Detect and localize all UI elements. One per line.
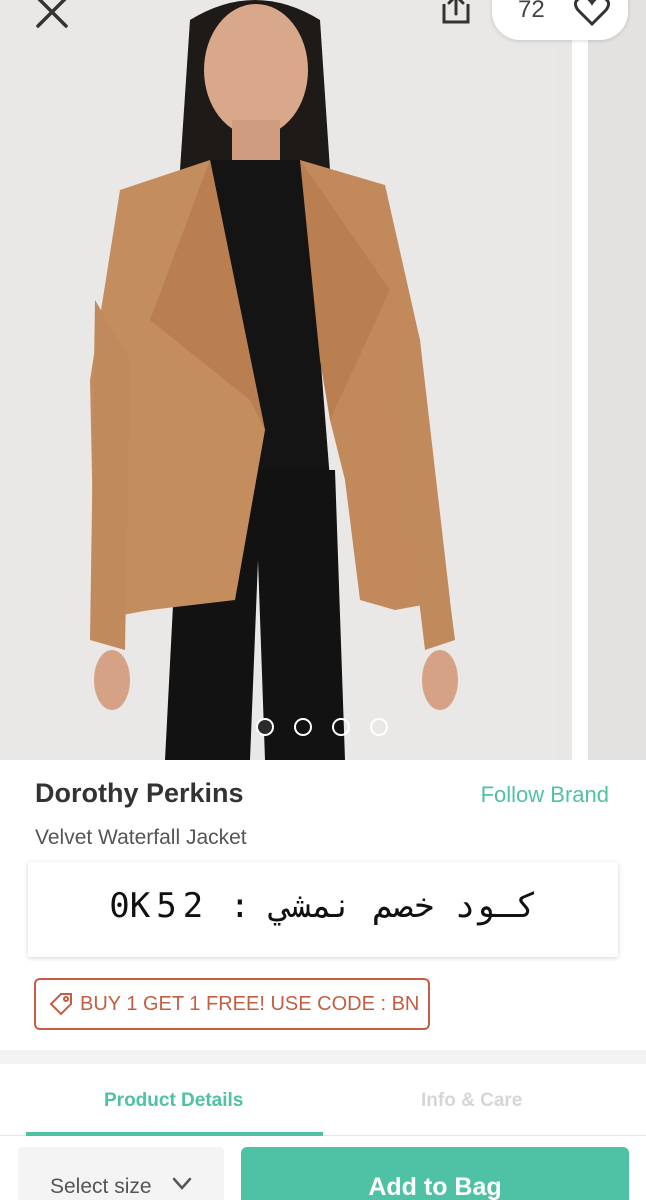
size-select[interactable]: Select size bbox=[18, 1147, 224, 1200]
chevron-down-icon bbox=[172, 1177, 192, 1190]
next-image-peek[interactable] bbox=[572, 0, 646, 760]
close-icon bbox=[36, 0, 68, 28]
add-to-bag-button[interactable]: Add to Bag bbox=[241, 1147, 629, 1200]
promo-badge[interactable]: BUY 1 GET 1 FREE! USE CODE : BN bbox=[34, 978, 430, 1030]
discount-code-banner: كـود خصم نمشي : 0K52 bbox=[28, 862, 618, 957]
favorite-button[interactable]: 72 bbox=[492, 0, 628, 40]
discount-code-text: كـود خصم نمشي : 0K52 bbox=[109, 886, 537, 926]
promo-text: BUY 1 GET 1 FREE! USE CODE : BN bbox=[80, 992, 420, 1015]
carousel-dot[interactable] bbox=[294, 718, 312, 736]
carousel-dot[interactable] bbox=[332, 718, 350, 736]
product-image-carousel[interactable]: 72 bbox=[0, 0, 646, 760]
add-to-bag-label: Add to Bag bbox=[368, 1173, 502, 1200]
section-divider bbox=[0, 1050, 646, 1064]
size-select-label: Select size bbox=[50, 1175, 152, 1198]
heart-icon bbox=[574, 0, 610, 26]
favorites-count: 72 bbox=[518, 0, 545, 23]
tab-product-details[interactable]: Product Details bbox=[104, 1090, 243, 1112]
tab-info-care[interactable]: Info & Care bbox=[421, 1090, 522, 1112]
carousel-dot[interactable] bbox=[370, 718, 388, 736]
follow-brand-link[interactable]: Follow Brand bbox=[481, 782, 609, 808]
close-button[interactable] bbox=[30, 0, 76, 30]
product-title: Velvet Waterfall Jacket bbox=[35, 826, 247, 849]
share-icon bbox=[442, 0, 470, 24]
carousel-dots bbox=[256, 718, 388, 736]
product-photo bbox=[0, 0, 556, 760]
tag-icon bbox=[49, 993, 72, 1016]
carousel-dot[interactable] bbox=[256, 718, 274, 736]
share-button[interactable] bbox=[436, 0, 476, 30]
brand-name[interactable]: Dorothy Perkins bbox=[35, 778, 244, 809]
